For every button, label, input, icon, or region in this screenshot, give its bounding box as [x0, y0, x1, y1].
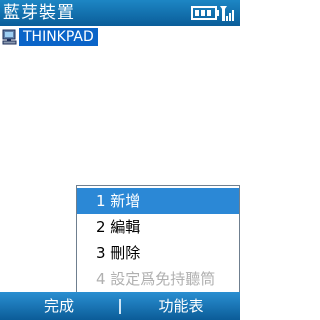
- menu-item-label: 3 刪除: [96, 244, 141, 262]
- status-icon-group: [191, 6, 234, 21]
- menu-item-set-handsfree: 4 設定爲免持聽筒: [77, 266, 239, 292]
- menu-item-label: 4 設定爲免持聽筒: [96, 270, 216, 288]
- menu-item-label: 1 新增: [96, 192, 141, 210]
- menu-softkey[interactable]: 功能表: [122, 292, 240, 320]
- popup-menu: 1 新增 2 編輯 3 刪除 4 設定爲免持聽筒: [76, 185, 240, 293]
- menu-item-label: 2 編輯: [96, 218, 141, 236]
- window-title: 藍芽裝置: [3, 3, 75, 23]
- done-softkey[interactable]: 完成: [0, 292, 118, 320]
- menu-item-edit[interactable]: 2 編輯: [77, 214, 239, 240]
- battery-icon: [191, 6, 219, 20]
- softkey-bar: 完成 功能表: [0, 292, 240, 320]
- status-icons: [191, 3, 237, 23]
- list-item-thinkpad[interactable]: THINKPAD: [2, 27, 108, 47]
- menu-item-add[interactable]: 1 新增: [77, 188, 239, 214]
- menu-item-delete[interactable]: 3 刪除: [77, 240, 239, 266]
- computer-icon: [2, 29, 17, 45]
- signal-icon: [220, 6, 234, 21]
- list-item-label: THINKPAD: [19, 28, 98, 46]
- title-bar: 藍芽裝置: [0, 0, 240, 26]
- softkey-divider: [119, 299, 121, 314]
